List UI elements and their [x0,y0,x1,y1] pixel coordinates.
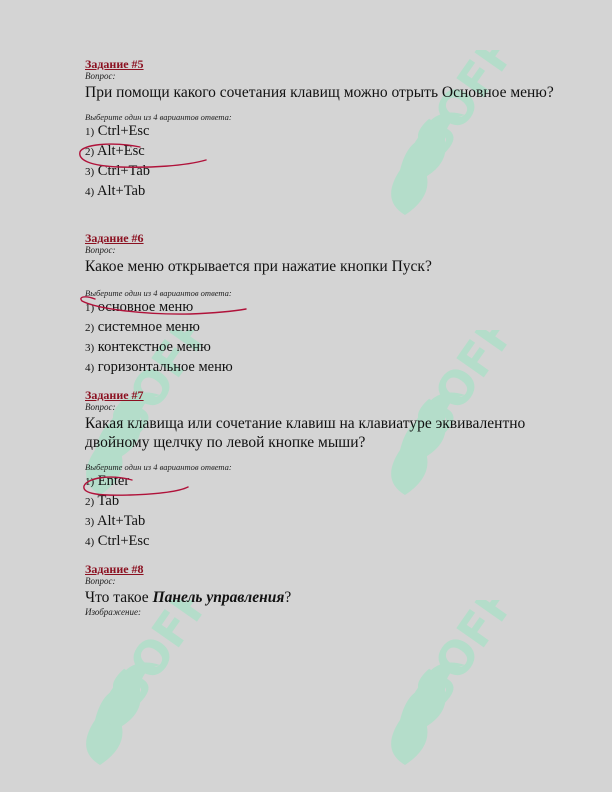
answer-option: 4) горизонтальное меню [85,359,233,375]
answer-option: 1) Ctrl+Esc [85,123,150,139]
answers-label: Выберите один из 4 вариантов ответа: [85,288,232,298]
answers-label: Выберите один из 4 вариантов ответа: [85,112,232,122]
task-5: Задание #5 Вопрос: При помощи какого соч… [85,58,565,202]
question-text: При помощи какого сочетания клавищ можно… [85,84,554,101]
task-title: Задание #8 [85,562,144,576]
watermark-logo: SOFF [380,600,550,790]
document-page: SOFF SOFF SOFF SOFF SOFF Задание #5 Вопр… [0,0,612,792]
answers-label: Выберите один из 4 вариантов ответа: [85,462,232,472]
answer-option: 4) Alt+Tab [85,183,146,199]
svg-text:SOFF: SOFF [100,600,222,716]
answer-option: 2) Alt+Esc [85,143,145,159]
answer-option: 2) системное меню [85,319,200,335]
question-label: Вопрос: [85,71,116,81]
answer-option: 1) основное меню [85,299,194,315]
answer-option: 4) Ctrl+Esc [85,533,150,549]
answer-option: 3) контекстное меню [85,339,211,355]
question-label: Вопрос: [85,402,116,412]
task-title: Задание #5 [85,57,144,71]
svg-text:SOFF: SOFF [405,600,527,716]
question-label: Вопрос: [85,576,116,586]
task-title: Задание #6 [85,231,144,245]
task-6: Задание #6 Вопрос: Какое меню открываетс… [85,232,565,378]
watermark-logo: SOFF [75,600,245,790]
answer-option: 2) Tab [85,493,120,509]
answer-option: 3) Alt+Tab [85,513,146,529]
image-label: Изображение: [85,607,142,617]
question-text: Какое меню открывается при нажатие кнопк… [85,258,432,275]
answer-option: 1) Enter [85,473,130,489]
question-label: Вопрос: [85,245,116,255]
task-8: Задание #8 Вопрос: Что такое Панель упра… [85,562,565,618]
question-text: Какая клавища или сочетание клавиш на кл… [85,415,526,451]
question-text: Что такое Панель управления? [85,589,292,606]
task-7: Задание #7 Вопрос: Какая клавища или соч… [85,389,565,552]
answer-option: 3) Ctrl+Tab [85,163,151,179]
task-title: Задание #7 [85,388,144,402]
